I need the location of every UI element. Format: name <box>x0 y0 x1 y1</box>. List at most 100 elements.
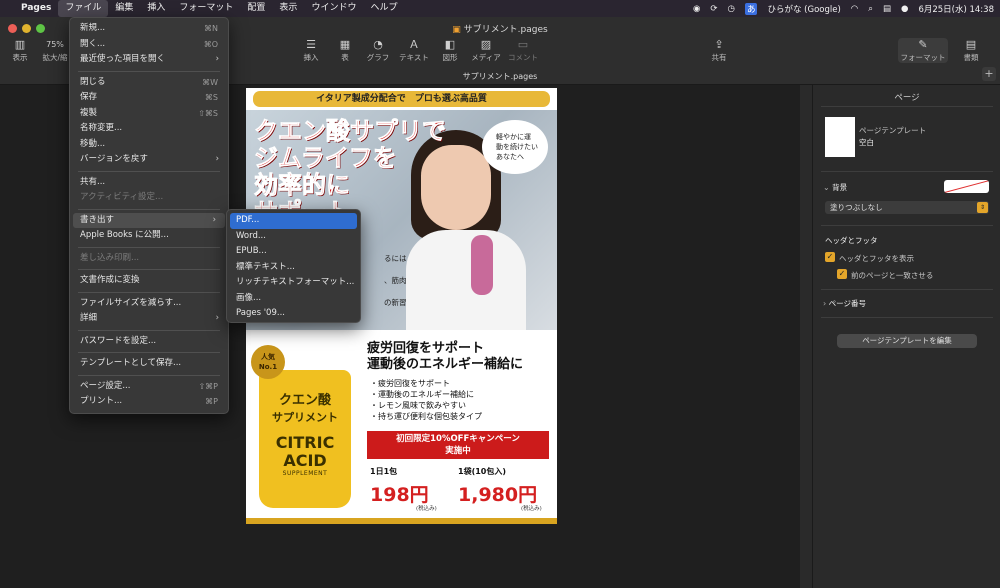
menu-edit[interactable]: 編集 <box>108 0 140 17</box>
add-tab-button[interactable]: + <box>982 67 996 81</box>
menu-view[interactable]: 表示 <box>272 0 304 17</box>
header-footer-section: ヘッダとフッタ <box>825 236 878 245</box>
menu-item-set-password[interactable]: パスワードを設定... <box>70 334 228 350</box>
format-button[interactable]: ✎ フォーマット <box>898 38 948 63</box>
menu-item-print[interactable]: プリント... ⌘P <box>70 394 228 410</box>
share-icon: ⇪ <box>714 38 724 51</box>
list-item: ・運動後のエネルギー補給に <box>370 390 474 399</box>
menu-file[interactable]: ファイル <box>58 0 109 17</box>
export-plain-text[interactable]: 標準テキスト... <box>227 260 360 276</box>
timer-icon[interactable]: ◷ <box>728 4 735 14</box>
clock[interactable]: 6月25日(水) 14:38 <box>918 3 994 15</box>
list-item: ・レモン風味で飲みやすい <box>370 401 466 410</box>
menu-help[interactable]: ヘルプ <box>363 0 404 17</box>
menu-item-close[interactable]: 閉じる ⌘W <box>70 75 228 91</box>
export-epub[interactable]: EPUB... <box>227 244 360 260</box>
menu-item-apple-books[interactable]: Apple Books に公開... <box>70 228 228 244</box>
canvas-scrollbar[interactable] <box>800 85 812 588</box>
menu-item-share[interactable]: 共有... <box>70 175 228 191</box>
export-rtf[interactable]: リッチテキストフォーマット... <box>227 275 360 291</box>
view-button[interactable]: ▥ 表示 <box>0 38 40 63</box>
fill-popup[interactable]: 塗りつぶしなし ⇕ <box>825 201 989 214</box>
menu-item-save[interactable]: 保存 ⌘S <box>70 90 228 106</box>
menu-item-export[interactable]: 書き出す › <box>73 212 225 228</box>
edit-page-template-button[interactable]: ページテンプレートを編集 <box>837 334 977 348</box>
show-header-footer-checkbox[interactable]: ✓ <box>825 252 835 262</box>
insert-icon: ☰ <box>306 38 316 51</box>
price2: 1,980円 <box>458 484 538 506</box>
menu-item-rename[interactable]: 名称変更... <box>70 121 228 137</box>
menu-item-move[interactable]: 移動... <box>70 137 228 153</box>
menu-app[interactable]: Pages <box>14 0 58 17</box>
apple-menu-icon[interactable] <box>0 0 14 17</box>
menu-separator <box>78 208 220 210</box>
menu-item-save-template[interactable]: テンプレートとして保存... <box>70 356 228 372</box>
media-button[interactable]: ▨ メディア <box>466 38 506 63</box>
export-word[interactable]: Word... <box>227 229 360 245</box>
menu-item-revert[interactable]: バージョンを戻す › <box>70 152 228 168</box>
model-strap <box>471 235 493 295</box>
menu-item-open[interactable]: 開く... ⌘O <box>70 37 228 53</box>
menu-item-advanced[interactable]: 詳細 › <box>70 311 228 327</box>
page-number-section[interactable]: › ページ番号 <box>823 298 866 309</box>
ime-badge[interactable]: あ <box>744 2 758 15</box>
siri-icon[interactable]: ● <box>901 4 908 14</box>
page-template-thumbnail[interactable] <box>825 117 855 157</box>
document-icon: ▤ <box>965 38 977 51</box>
menu-item-open-recent[interactable]: 最近使った項目を開く › <box>70 52 228 68</box>
shape-button[interactable]: ◧ 図形 <box>430 38 470 63</box>
menu-item-new[interactable]: 新規... ⌘N <box>70 21 228 37</box>
price2-label: 1袋(10包入) <box>458 467 507 476</box>
wifi-icon[interactable]: ◠ <box>851 4 858 14</box>
price1-label: 1日1包 <box>370 467 398 476</box>
export-pdf[interactable]: PDF... <box>230 213 357 229</box>
match-previous-checkbox[interactable]: ✓ <box>837 269 847 279</box>
menu-arrange[interactable]: 配置 <box>240 0 272 17</box>
model-body <box>406 230 526 330</box>
tax-note-1: (税込み) <box>416 506 437 512</box>
document-button[interactable]: ▤ 書類 <box>951 38 991 63</box>
hero-body-text: るには 、筋肉 の新習 <box>384 254 407 307</box>
menu-insert[interactable]: 挿入 <box>140 0 172 17</box>
menu-separator <box>78 352 220 353</box>
show-header-footer-label: ヘッダとフッタを表示 <box>839 254 914 263</box>
chart-button[interactable]: ◔ グラフ <box>358 38 398 63</box>
menu-window[interactable]: ウインドウ <box>304 0 363 17</box>
text-box-icon: Ａ <box>408 38 420 51</box>
background-section[interactable]: ⌄ 背景 <box>823 182 847 193</box>
comment-icon: ▭ <box>517 38 529 51</box>
menu-format[interactable]: フォーマット <box>172 0 240 17</box>
text-button[interactable]: Ａ テキスト <box>394 38 434 63</box>
comment-button[interactable]: ▭ コメント <box>503 38 543 63</box>
divider <box>821 106 993 107</box>
share-button[interactable]: ⇪ 共有 <box>699 38 739 63</box>
menu-separator <box>78 291 220 293</box>
chevron-updown-icon: ⇕ <box>977 202 988 213</box>
menu-separator <box>78 170 220 172</box>
menu-bar: Pages ファイル 編集 挿入 フォーマット 配置 表示 ウインドウ ヘルプ … <box>0 0 1000 17</box>
export-image[interactable]: 画像... <box>227 291 360 307</box>
chevron-right-icon: › <box>823 299 827 308</box>
background-color-well[interactable] <box>944 180 989 193</box>
sync-icon[interactable]: ⟳ <box>710 4 717 14</box>
menu-item-mail-merge: 差し込み印刷... <box>80 252 140 263</box>
chevron-right-icon: › <box>215 154 219 164</box>
menu-item-page-setup[interactable]: ページ設定... ⇧⌘P <box>70 379 228 395</box>
feature-title: 疲労回復をサポート 運動後のエネルギー補給に <box>367 341 524 372</box>
page-template-value: 空白 <box>859 138 874 147</box>
search-icon[interactable]: ⌕ <box>868 4 873 14</box>
media-icon: ▨ <box>480 38 492 51</box>
menu-item-reduce-size[interactable]: ファイルサイズを減らす... <box>70 296 228 312</box>
pages-document-icon: ▣ <box>452 25 461 35</box>
export-pages09[interactable]: Pages '09... <box>227 306 360 322</box>
paintbrush-icon: ✎ <box>918 38 928 51</box>
menu-separator <box>78 269 220 270</box>
price1: 198円 <box>370 484 429 506</box>
menu-item-convert[interactable]: 文書作成に変換 <box>70 273 228 289</box>
divider <box>821 225 993 226</box>
control-center-icon[interactable]: ▤ <box>883 4 891 14</box>
input-method-label[interactable]: ひらがな (Google) <box>767 3 840 15</box>
menu-item-duplicate[interactable]: 複製 ⇧⌘S <box>70 106 228 122</box>
list-item: ・持ち運び便利な個包装タイプ <box>370 412 482 421</box>
screen-record-icon[interactable]: ◉ <box>693 4 700 14</box>
